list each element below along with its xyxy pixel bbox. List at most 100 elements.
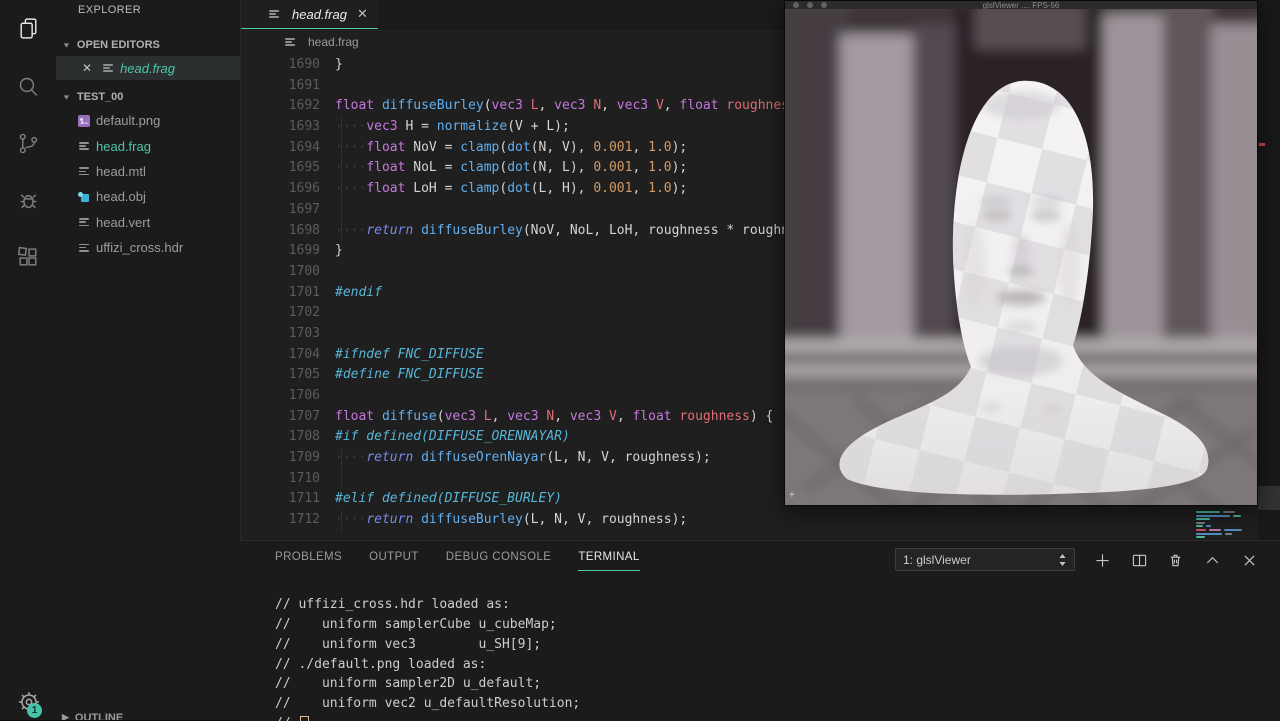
open-editor-item[interactable]: ✕ head.frag — [56, 56, 240, 80]
source-control-icon[interactable] — [0, 119, 56, 167]
text-file-icon — [78, 165, 90, 177]
tab-head-frag[interactable]: head.frag ✕ — [240, 0, 378, 29]
line-number: 1711 — [288, 491, 320, 507]
line-number: 1691 — [288, 77, 320, 93]
maximize-panel-icon[interactable] — [1203, 551, 1221, 569]
code-line-1712[interactable]: 1712 ····return diffuseBurley(L, N, V, ro… — [240, 510, 1280, 531]
minimap-row — [1196, 536, 1258, 539]
panel-tab-problems[interactable]: PROBLEMS — [275, 551, 342, 571]
terminal-cursor — [300, 715, 310, 721]
open-editors-header[interactable]: ▼ OPEN EDITORS — [56, 34, 240, 56]
file-name: uffizi_cross.hdr — [96, 240, 184, 256]
text-file-icon — [284, 36, 296, 48]
notification-badge[interactable]: 1 — [27, 703, 42, 718]
file-name: head.vert — [96, 214, 151, 230]
file-item-head.frag[interactable]: head.frag — [56, 133, 240, 158]
line-number: 1697 — [288, 201, 320, 217]
panel-tab-terminal[interactable]: TERMINAL — [578, 551, 640, 571]
file-item-head.vert[interactable]: head.vert — [56, 210, 240, 235]
outline-header[interactable]: ▶ OUTLINE — [56, 712, 240, 720]
line-number: 1693 — [288, 119, 320, 135]
file-item-uffizi_cross.hdr[interactable]: uffizi_cross.hdr — [56, 235, 240, 260]
line-number: 1710 — [288, 470, 320, 486]
code-text: #if defined(DIFFUSE_ORENNAYAR) — [335, 429, 570, 445]
minimap[interactable] — [1196, 511, 1258, 541]
file-name: default.png — [96, 113, 161, 129]
debug-icon[interactable] — [0, 176, 56, 224]
tab-close-icon[interactable]: ✕ — [357, 6, 368, 22]
line-number: 1708 — [288, 429, 320, 445]
window-title: glslViewer .... FPS-56 — [982, 1, 1060, 9]
bottom-panel: PROBLEMS OUTPUT DEBUG CONSOLE TERMINAL 1: g… — [240, 540, 1280, 721]
close-panel-icon[interactable] — [1240, 551, 1258, 569]
line-number: 1703 — [288, 325, 320, 341]
model-file-icon — [78, 191, 90, 203]
file-name: head.mtl — [96, 163, 146, 179]
minimap-row — [1196, 528, 1258, 531]
file-item-head.obj[interactable]: head.obj — [56, 184, 240, 209]
folder-header[interactable]: ▼ TEST_00 — [56, 86, 240, 108]
line-number: 1695 — [288, 160, 320, 176]
file-item-default.png[interactable]: default.png — [56, 108, 240, 133]
code-text: ····return diffuseBurley(NoV, NoL, LoH, … — [335, 222, 829, 238]
code-text: ····float LoH = clamp(dot(L, H), 0.001, … — [335, 181, 688, 197]
file-tree: default.png head.frag head.mtl head.obj head… — [56, 108, 240, 260]
line-number: 1690 — [288, 57, 320, 72]
text-file-icon — [78, 140, 90, 152]
code-text: ····float NoV = clamp(dot(N, V), 0.001, … — [335, 139, 688, 155]
head-3d-render — [785, 9, 1257, 505]
minimap-strip[interactable] — [1258, 0, 1280, 540]
split-terminal-icon[interactable] — [1130, 551, 1148, 569]
glslviewer-canvas[interactable]: + — [785, 9, 1257, 505]
minimap-row — [1196, 518, 1258, 521]
line-number: 1701 — [288, 284, 320, 300]
line-number: 1704 — [288, 346, 320, 362]
new-terminal-icon[interactable] — [1093, 551, 1111, 569]
minimap-row — [1196, 532, 1258, 535]
explorer-icon[interactable] — [0, 5, 56, 53]
terminal-line: // uniform vec3 u_SH[9]; — [275, 636, 542, 652]
close-icon[interactable]: ✕ — [82, 61, 92, 75]
select-arrows-icon — [1059, 553, 1066, 566]
minimap-row — [1196, 521, 1258, 524]
activity-bar: 1 — [0, 0, 56, 720]
line-number: 1696 — [288, 181, 320, 197]
terminal-select[interactable]: 1: glslViewer — [895, 548, 1075, 571]
overview-ruler-error-mark — [1259, 143, 1265, 146]
panel-tab-output[interactable]: OUTPUT — [369, 551, 419, 571]
file-item-head.mtl[interactable]: head.mtl — [56, 159, 240, 184]
line-number: 1700 — [288, 263, 320, 279]
terminal-line: // uniform samplerCube u_cubeMap; — [275, 616, 557, 632]
minimap-row — [1196, 511, 1258, 513]
chevron-down-icon: ▼ — [62, 93, 71, 101]
glslviewer-window[interactable]: glslViewer .... FPS-56 + — [784, 0, 1258, 506]
minimap-row — [1196, 525, 1258, 528]
glslviewer-titlebar[interactable]: glslViewer .... FPS-56 — [785, 1, 1257, 9]
file-name: head.frag — [96, 138, 151, 154]
code-text: float diffuseBurley(vec3 L, vec3 N, vec3… — [335, 98, 820, 114]
terminal-line: // uffizi_cross.hdr loaded as: — [275, 597, 510, 612]
line-number: 1706 — [288, 388, 320, 403]
panel-tab-debug-console[interactable]: DEBUG CONSOLE — [446, 551, 552, 571]
extensions-icon[interactable] — [0, 233, 56, 281]
code-text: ····float NoL = clamp(dot(N, L), 0.001, … — [335, 160, 688, 176]
code-text: ····return diffuseBurley(L, N, V, roughn… — [335, 512, 688, 528]
code-text: #ifndef FNC_DIFFUSE — [335, 346, 484, 362]
text-file-icon — [78, 242, 90, 254]
code-text: #endif — [335, 284, 382, 300]
code-text: } — [335, 57, 343, 72]
minimap-slider[interactable] — [1258, 486, 1280, 510]
open-editor-filename: head.frag — [120, 60, 175, 76]
kill-terminal-icon[interactable] — [1166, 551, 1184, 569]
text-file-icon — [78, 216, 90, 228]
chevron-down-icon: ▼ — [62, 41, 71, 49]
resize-handle-icon[interactable]: + — [789, 491, 795, 501]
image-file-icon — [78, 114, 90, 127]
line-number: 1694 — [288, 139, 320, 155]
chevron-right-icon: ▶ — [62, 712, 69, 720]
terminal-output[interactable]: // uffizi_cross.hdr loaded as: // uniform… — [275, 595, 1265, 721]
code-text: ····return diffuseOrenNayar(L, N, V, rou… — [335, 450, 711, 466]
search-icon[interactable] — [0, 62, 56, 110]
terminal-line: // ./default.png loaded as: — [275, 656, 487, 672]
text-file-icon — [268, 8, 280, 20]
